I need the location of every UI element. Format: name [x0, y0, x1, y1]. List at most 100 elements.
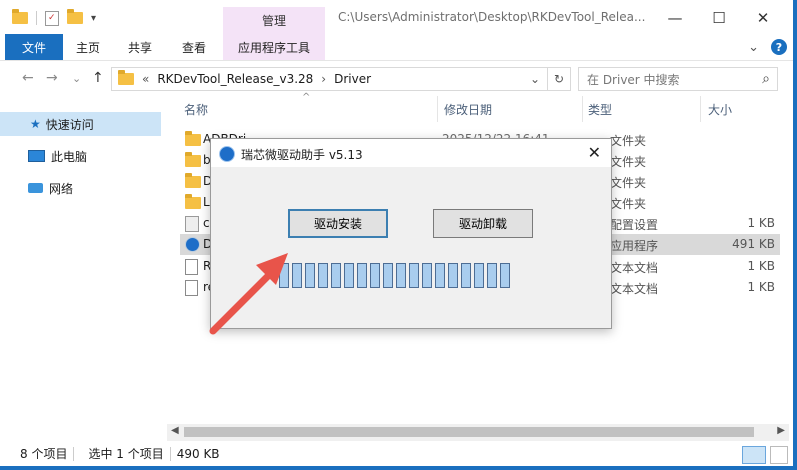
recent-locations-icon[interactable]: ⌄ — [72, 72, 81, 85]
file-size: 1 KB — [747, 216, 775, 230]
divider — [36, 11, 37, 25]
folder-icon — [12, 9, 28, 24]
address-bar[interactable]: « RKDevTool_Release_v3.28 › Driver ⌄ ↻ — [111, 67, 571, 91]
progress-segment — [461, 263, 471, 288]
ribbon-tabs: 文件 主页 共享 查看 应用程序工具 ⌄ ? — [0, 34, 797, 61]
file-size: 1 KB — [747, 280, 775, 294]
expand-ribbon-icon[interactable]: ⌄ — [748, 40, 759, 55]
large-icons-view-icon[interactable] — [770, 446, 788, 464]
selected-count: 选中 1 个项目 — [88, 447, 164, 461]
progress-segment — [487, 263, 497, 288]
window-border — [793, 0, 797, 470]
folder-icon — [185, 173, 201, 188]
network-icon — [28, 183, 43, 193]
minimize-button[interactable]: — — [653, 6, 697, 30]
progress-segment — [292, 263, 302, 288]
folder-icon — [185, 131, 201, 146]
back-icon[interactable]: ← — [22, 70, 34, 86]
progress-segment — [396, 263, 406, 288]
nav-item-label: 此电脑 — [51, 149, 88, 164]
title-bar: ✓ ▾ 管理 C:\Users\Administrator\Desktop\RK… — [0, 0, 797, 34]
breadcrumb-driver[interactable]: Driver — [334, 72, 371, 86]
uninstall-driver-button[interactable]: 驱动卸载 — [433, 209, 533, 238]
breadcrumb-release[interactable]: RKDevTool_Release_v3.28 — [157, 72, 313, 86]
folder-icon — [185, 194, 201, 209]
progress-segment — [422, 263, 432, 288]
install-driver-button[interactable]: 驱动安装 — [288, 209, 388, 238]
file-size: 1 KB — [747, 259, 775, 273]
scroll-left-icon[interactable]: ◀ — [171, 425, 179, 436]
overflow-icon[interactable]: « — [142, 72, 149, 86]
progress-segment — [370, 263, 380, 288]
progress-segment — [318, 263, 328, 288]
selected-size: 490 KB — [176, 446, 220, 461]
dialog-title-bar: 瑞芯微驱动助手 v5.13 ✕ — [211, 139, 611, 167]
context-tab-manage[interactable]: 管理 — [223, 7, 325, 34]
quick-access-toolbar: ✓ ▾ — [12, 9, 96, 27]
breadcrumb-separator[interactable]: › — [321, 72, 326, 86]
config-file-icon — [185, 216, 199, 232]
scroll-right-icon[interactable]: ▶ — [777, 425, 785, 436]
divider[interactable] — [582, 96, 583, 122]
column-type[interactable]: 类型 — [588, 96, 612, 122]
search-placeholder: 在 Driver 中搜索 — [587, 72, 680, 87]
tab-home[interactable]: 主页 — [63, 34, 113, 60]
nav-item-network[interactable]: 网络 — [6, 176, 161, 200]
document-icon — [185, 280, 198, 296]
horizontal-scrollbar[interactable]: ◀ ▶ — [167, 424, 789, 441]
computer-icon — [28, 150, 45, 162]
folder-icon — [118, 70, 134, 85]
up-icon[interactable]: ↑ — [92, 70, 104, 86]
divider[interactable] — [700, 96, 701, 122]
rockchip-app-icon — [185, 237, 200, 252]
new-folder-icon[interactable] — [67, 9, 83, 24]
progress-segment — [357, 263, 367, 288]
close-button[interactable]: ✕ — [741, 6, 785, 30]
window-border — [0, 466, 797, 470]
folder-icon — [185, 152, 201, 167]
progress-segment — [279, 263, 289, 288]
file-type: 文本文档 — [610, 282, 659, 296]
progress-segment — [409, 263, 419, 288]
tab-view[interactable]: 查看 — [168, 34, 220, 60]
maximize-button[interactable]: ☐ — [697, 6, 741, 30]
progress-segment — [344, 263, 354, 288]
ribbon-right: ⌄ ? — [748, 39, 787, 55]
file-type: 文件夹 — [610, 176, 647, 190]
search-icon[interactable]: ⌕ — [762, 71, 770, 87]
tab-file[interactable]: 文件 — [5, 34, 63, 60]
nav-item-quick-access[interactable]: ★ 快速访问 — [0, 112, 161, 136]
star-icon: ★ — [30, 117, 41, 131]
progress-segment — [435, 263, 445, 288]
details-view-icon[interactable] — [742, 446, 766, 464]
column-date[interactable]: 修改日期 — [444, 96, 492, 122]
tab-app-tools[interactable]: 应用程序工具 — [223, 34, 325, 60]
scrollbar-thumb[interactable] — [184, 427, 754, 437]
progress-segment — [500, 263, 510, 288]
window-controls: — ☐ ✕ — [653, 6, 785, 30]
file-type: 文本文档 — [610, 261, 659, 275]
progress-bar — [279, 263, 510, 288]
customize-qa-icon[interactable]: ▾ — [91, 13, 96, 24]
address-dropdown-icon[interactable]: ⌄ — [530, 72, 540, 86]
rockchip-app-icon — [219, 146, 235, 162]
tab-share[interactable]: 共享 — [115, 34, 165, 60]
forward-icon[interactable]: → — [46, 70, 58, 86]
divider[interactable] — [437, 96, 438, 122]
file-type: 文件夹 — [610, 134, 647, 148]
progress-segment — [448, 263, 458, 288]
divider — [73, 446, 75, 461]
search-input[interactable]: 在 Driver 中搜索 ⌕ — [578, 67, 778, 91]
properties-icon[interactable]: ✓ — [45, 10, 59, 26]
column-size[interactable]: 大小 — [708, 96, 732, 122]
help-icon[interactable]: ? — [771, 39, 787, 55]
dialog-close-button[interactable]: ✕ — [588, 143, 601, 162]
driver-assistant-dialog: 瑞芯微驱动助手 v5.13 ✕ 驱动安装 驱动卸载 — [210, 138, 612, 329]
document-icon — [185, 259, 198, 275]
nav-item-this-pc[interactable]: 此电脑 — [6, 144, 161, 168]
refresh-icon[interactable]: ↻ — [547, 68, 570, 90]
address-row: ← → ⌄ ↑ « RKDevTool_Release_v3.28 › Driv… — [0, 62, 797, 94]
progress-segment — [305, 263, 315, 288]
column-name[interactable]: 名称 — [184, 96, 208, 122]
file-type: 应用程序 — [610, 239, 659, 253]
